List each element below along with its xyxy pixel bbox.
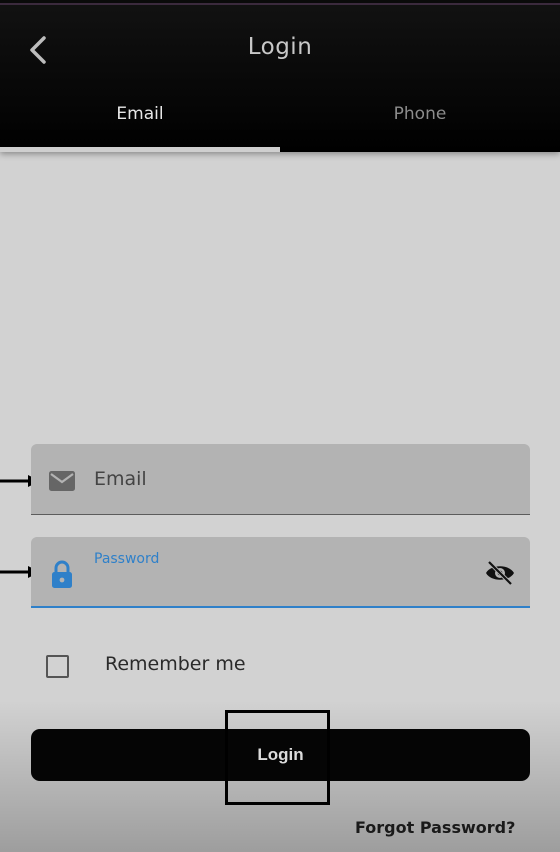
email-placeholder: Email — [94, 468, 147, 490]
toggle-password-visibility-button[interactable] — [484, 559, 516, 587]
tab-email[interactable]: Email — [0, 96, 280, 152]
login-button[interactable]: Login — [31, 729, 530, 781]
tab-phone[interactable]: Phone — [280, 96, 560, 152]
app-bar: Login Email Phone — [0, 0, 560, 152]
password-label: Password — [94, 551, 160, 567]
remember-me-label: Remember me — [105, 653, 246, 675]
mail-icon — [49, 471, 75, 491]
lock-icon — [52, 560, 72, 588]
forgot-password-link[interactable]: Forgot Password? — [355, 818, 515, 837]
remember-me-checkbox[interactable] — [46, 655, 69, 678]
status-line — [0, 0, 560, 5]
password-field[interactable]: Password — [31, 537, 530, 608]
email-field[interactable]: Email — [31, 444, 530, 515]
eye-off-icon — [486, 560, 514, 586]
tab-bar: Email Phone — [0, 96, 560, 152]
page-title: Login — [247, 34, 313, 60]
